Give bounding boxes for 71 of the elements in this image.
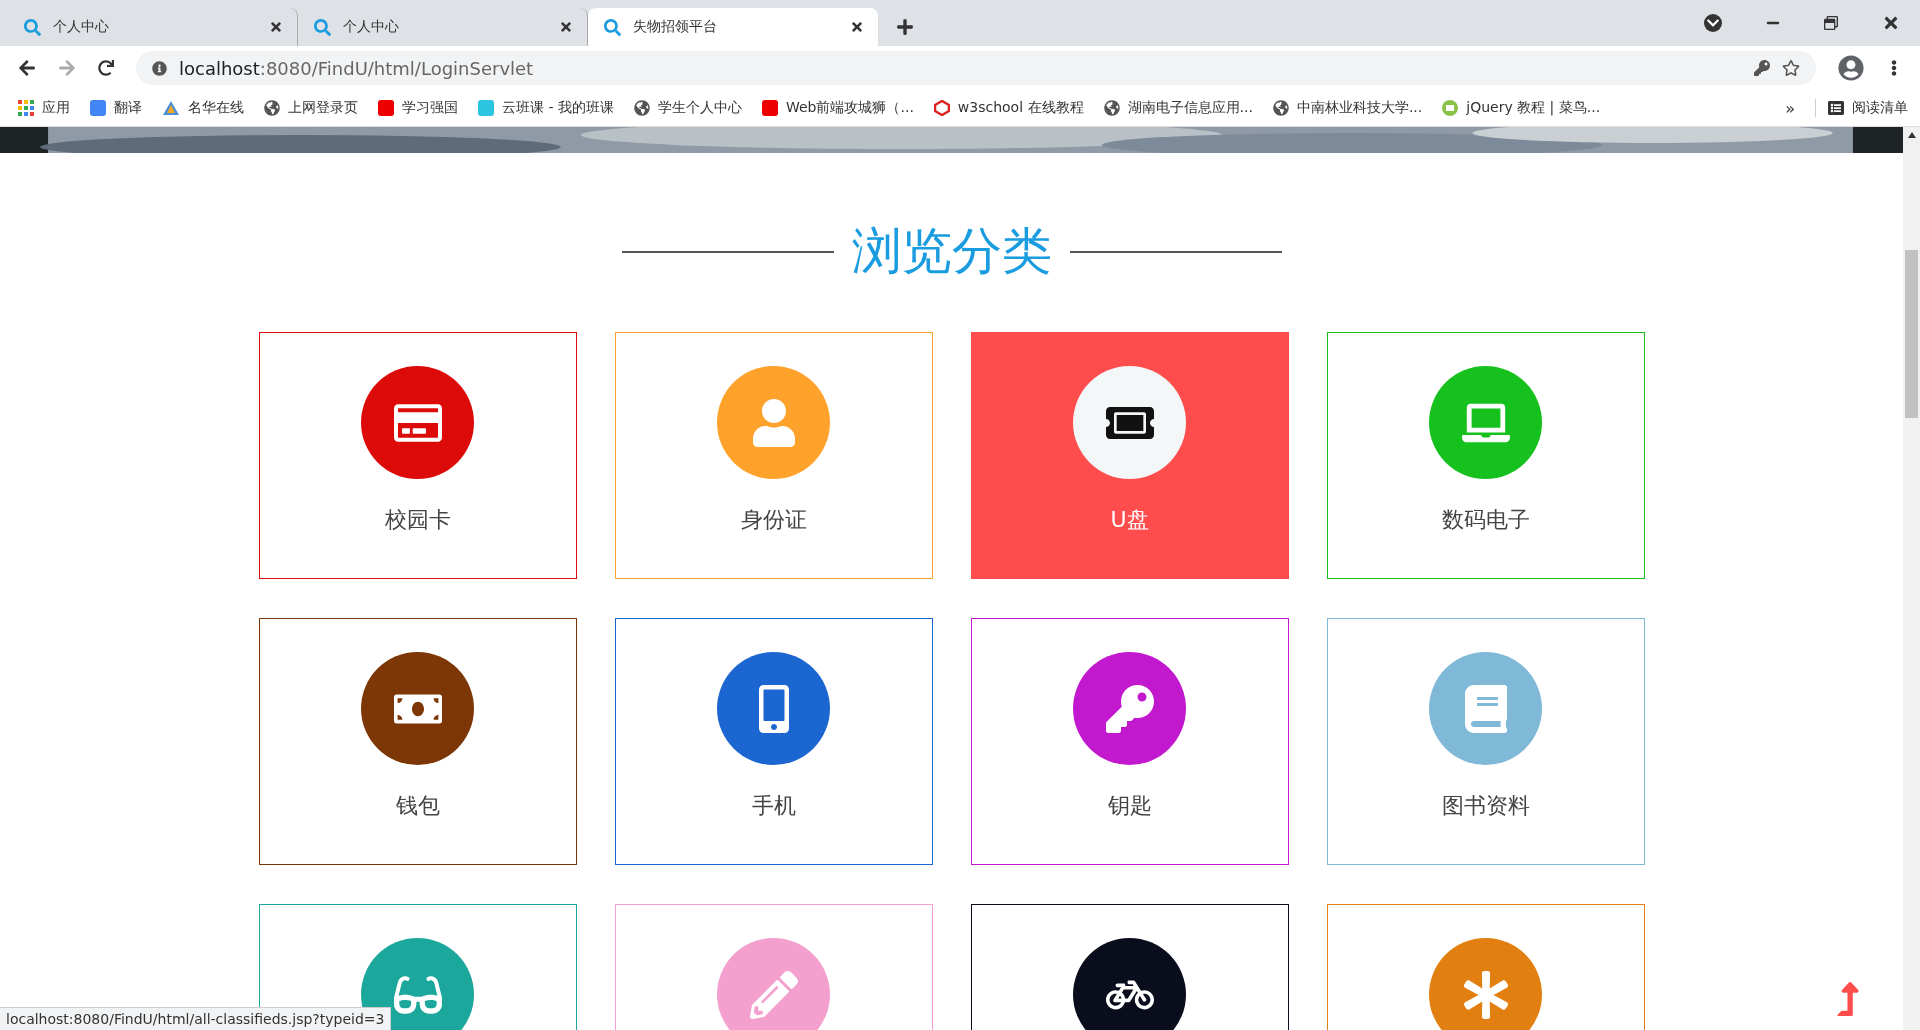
back-icon[interactable] — [18, 59, 36, 77]
profile-icon[interactable] — [1838, 55, 1864, 81]
bookmark-link[interactable]: w3school 在线教程 — [957, 99, 1084, 117]
bookmark-link[interactable]: 名华在线 — [188, 99, 244, 117]
pencil-icon — [749, 970, 798, 1019]
star-icon[interactable] — [1782, 59, 1800, 77]
restore-icon[interactable] — [1824, 16, 1838, 30]
logo-icon — [761, 100, 778, 116]
bookmark-link[interactable]: 学习强国 — [402, 99, 458, 117]
close-icon[interactable] — [269, 20, 283, 34]
close-icon[interactable] — [1882, 14, 1900, 32]
translate-icon — [90, 100, 106, 116]
url-text: localhost:8080/FindU/html/LoginServlet — [179, 57, 535, 79]
category-card[interactable]: 钥匙 — [970, 618, 1289, 865]
bookmark-link[interactable]: 翻译 — [114, 99, 142, 117]
info-icon — [152, 60, 167, 76]
tab-title: 个人中心 — [343, 18, 400, 36]
bookmark-link[interactable]: 学生个人中心 — [657, 99, 742, 117]
reading-list-link[interactable]: 阅读清单 — [1852, 99, 1908, 117]
apps-icon — [18, 100, 34, 116]
tab-title: 失物招领平台 — [633, 18, 718, 36]
category-label: 数码电子 — [1441, 506, 1530, 534]
close-icon[interactable] — [850, 20, 864, 34]
search-icon — [314, 18, 331, 36]
bookmark-link[interactable]: 上网登录页 — [288, 99, 358, 117]
globe-icon — [264, 100, 280, 116]
search-icon — [24, 18, 41, 36]
address-bar[interactable]: localhost:8080/FindU/html/LoginServlet — [136, 51, 1816, 85]
globe-icon — [1103, 100, 1120, 116]
scroll-up-icon[interactable] — [1907, 132, 1916, 138]
category-label: 钥匙 — [1107, 792, 1152, 820]
section-title: 浏览分类 — [851, 221, 1052, 282]
category-label: U盘 — [1110, 506, 1149, 534]
new-tab-icon[interactable] — [896, 18, 914, 36]
browser-tab[interactable]: 失物招领平台 — [588, 8, 878, 46]
status-bar: localhost:8080/FindU/html/all-classifieds.jsp?typeid=3 — [0, 1007, 392, 1030]
key-icon — [1105, 684, 1154, 733]
category-card[interactable]: 钱包 — [258, 618, 577, 865]
dropdown-icon[interactable] — [1704, 14, 1722, 32]
code-icon — [1442, 100, 1459, 116]
globe-icon — [1272, 100, 1289, 116]
reload-icon[interactable] — [98, 60, 114, 76]
category-card[interactable]: 身份证 — [614, 332, 933, 579]
shield-logo-icon — [933, 100, 950, 116]
bookmark-link[interactable]: 湖南电子信息应用... — [1127, 99, 1253, 117]
list-icon — [1828, 100, 1844, 116]
cloud-icon — [478, 100, 494, 116]
bookmark-link[interactable]: 云班课 - 我的班课 — [502, 99, 614, 117]
close-icon[interactable] — [559, 20, 573, 34]
bookmark-link[interactable]: Web前端攻城狮（... — [785, 99, 914, 117]
globe-icon — [633, 100, 650, 116]
triangle-logo-icon — [162, 100, 180, 116]
category-card[interactable]: 校园卡 — [258, 332, 577, 579]
category-label: 校园卡 — [384, 506, 451, 534]
category-card[interactable]: 数码电子 — [1326, 332, 1645, 579]
scrollbar-thumb[interactable] — [1905, 250, 1918, 418]
bookmark-link[interactable]: jQuery 教程 | 菜鸟... — [1466, 99, 1601, 117]
more-bookmarks-button[interactable]: » — [1785, 98, 1795, 118]
category-label: 身份证 — [740, 506, 807, 534]
tab-title: 个人中心 — [53, 18, 110, 36]
asterisk-icon — [1461, 970, 1510, 1019]
logo-icon — [378, 100, 394, 116]
category-label: 钱包 — [395, 792, 440, 820]
category-label: 手机 — [751, 792, 796, 820]
search-icon — [604, 18, 621, 36]
category-card[interactable]: 图书资料 — [1326, 618, 1645, 865]
key-icon[interactable] — [1754, 60, 1770, 76]
category-card[interactable]: 手机 — [614, 618, 933, 865]
category-label: 图书资料 — [1441, 792, 1530, 820]
bookmark-link[interactable]: 应用 — [42, 99, 70, 117]
bookmark-link[interactable]: 中南林业科技大学... — [1296, 99, 1423, 117]
